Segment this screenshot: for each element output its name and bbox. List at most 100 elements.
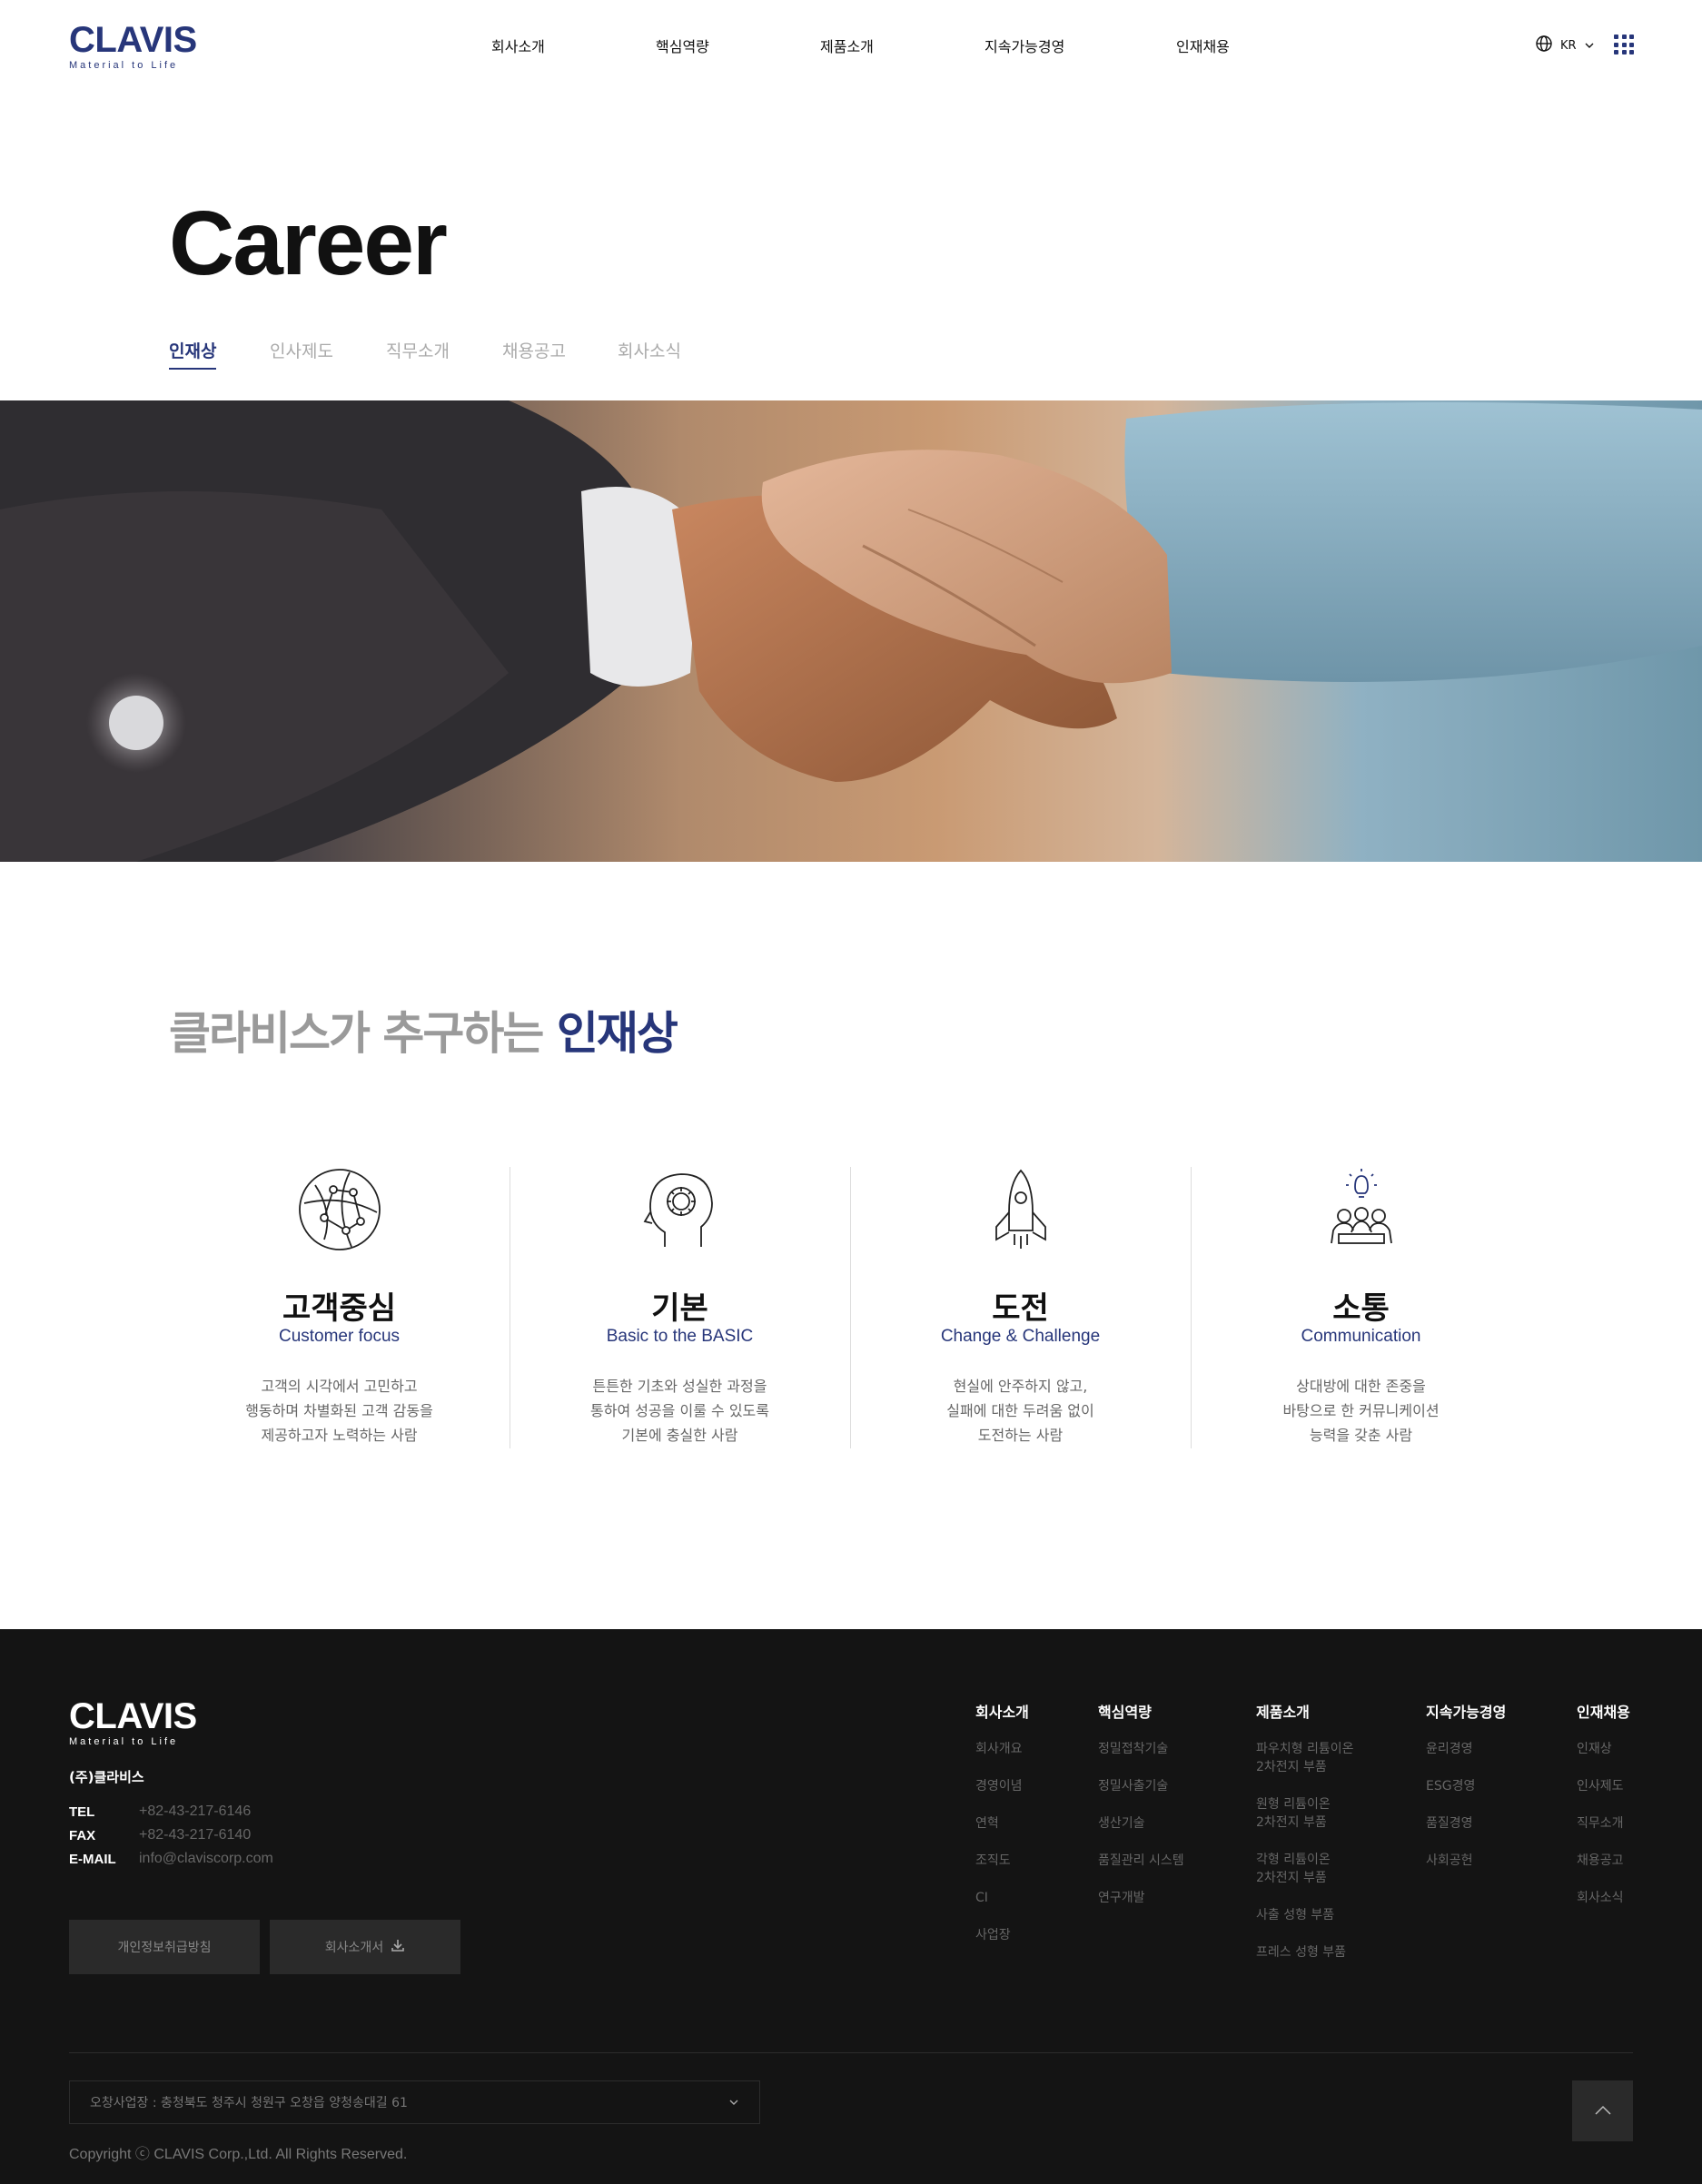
value-card-customer: 고객중심 Customer focus 고객의 시각에서 고민하고 행동하며 차… <box>169 1167 510 1448</box>
site-location-select[interactable]: 오창사업장 : 충청북도 청주시 청원구 오창읍 양청송대길 61 <box>69 2080 760 2124</box>
handshake-illustration <box>0 400 1702 862</box>
footer-nav-link[interactable]: 품질관리 시스템 <box>1098 1852 1184 1870</box>
value-title: 소통 <box>1332 1290 1390 1327</box>
footer-logo-wordmark: CLAVIS <box>69 1696 197 1736</box>
footer-nav-link[interactable]: CI <box>975 1889 1029 1907</box>
contact-row-tel: TEL +82-43-217-6146 <box>69 1800 273 1823</box>
footer-nav-link[interactable]: 채용공고 <box>1577 1852 1630 1870</box>
value-description: 현실에 안주하지 않고, 실패에 대한 두려움 없이 도전하는 사람 <box>850 1374 1191 1448</box>
footer-nav-link[interactable]: 경영이념 <box>975 1777 1029 1795</box>
team-idea-icon <box>1319 1167 1404 1252</box>
language-label: KR <box>1560 38 1577 53</box>
footer-nav-link[interactable]: 회사개요 <box>975 1740 1029 1758</box>
value-desc-line: 제공하고자 노력하는 사람 <box>261 1427 418 1444</box>
footer-nav-link[interactable]: 사출 성형 부품 <box>1256 1906 1354 1924</box>
footer-nav-link[interactable]: 직무소개 <box>1577 1814 1630 1833</box>
site-location-value: 오창사업장 : 충청북도 청주시 청원구 오창읍 양청송대길 61 <box>90 2096 408 2110</box>
footer-nav-link[interactable]: 사회공헌 <box>1426 1852 1506 1870</box>
value-card-basic: 기본 Basic to the BASIC 튼튼한 기초와 성실한 과정을 통하… <box>510 1167 850 1448</box>
footer-nav-link[interactable]: 정밀접착기술 <box>1098 1740 1184 1758</box>
head-gear-icon <box>638 1167 723 1252</box>
logo-tagline: Material to Life <box>69 60 179 71</box>
value-title: 고객중심 <box>282 1290 397 1327</box>
talent-values: 고객중심 Customer focus 고객의 시각에서 고민하고 행동하며 차… <box>169 1167 1533 1448</box>
privacy-policy-label: 개인정보취급방침 <box>117 1941 212 1955</box>
value-subtitle: Communication <box>1301 1327 1421 1346</box>
privacy-policy-button[interactable]: 개인정보취급방침 <box>69 1920 260 1974</box>
tab-talent[interactable]: 인재상 <box>169 338 217 370</box>
value-subtitle: Change & Challenge <box>940 1327 1101 1346</box>
value-desc-line: 통하여 성공을 이룰 수 있도록 <box>590 1402 769 1419</box>
chevron-down-icon <box>1584 37 1595 54</box>
nav-item-company[interactable]: 회사소개 <box>491 35 545 56</box>
footer-nav-link[interactable]: 원형 리튬이온 2차전지 부품 <box>1256 1795 1354 1832</box>
copyright: Copyright ⓒ CLAVIS Corp.,Ltd. All Rights… <box>69 2147 408 2162</box>
footer-nav-link[interactable]: 회사소식 <box>1577 1889 1630 1907</box>
footer-nav-link[interactable]: 프레스 성형 부품 <box>1256 1943 1354 1962</box>
value-desc-line: 실패에 대한 두려움 없이 <box>946 1402 1094 1419</box>
value-title: 도전 <box>992 1290 1049 1327</box>
brochure-label: 회사소개서 <box>324 1941 384 1955</box>
footer-nav-link[interactable]: 연혁 <box>975 1814 1029 1833</box>
contact-value: +82-43-217-6146 <box>139 1804 252 1819</box>
section-title: 클라비스가 추구하는 인재상 <box>169 997 678 1062</box>
footer-nav-careers: 인재채용 인재상 인사제도 직무소개 채용공고 회사소식 <box>1577 1700 1630 1926</box>
nav-item-competence[interactable]: 핵심역량 <box>656 35 709 56</box>
footer-nav-head[interactable]: 핵심역량 <box>1098 1700 1184 1722</box>
footer-nav-head[interactable]: 인재채용 <box>1577 1700 1630 1722</box>
nav-item-products[interactable]: 제품소개 <box>820 35 874 56</box>
footer-nav-link[interactable]: 생산기술 <box>1098 1814 1184 1833</box>
value-card-communication: 소통 Communication 상대방에 대한 존중을 바탕으로 한 커뮤니케… <box>1191 1167 1531 1448</box>
footer-logo-tagline: Material to Life <box>69 1736 179 1747</box>
value-desc-line: 현실에 안주하지 않고, <box>953 1378 1088 1395</box>
tab-job-openings[interactable]: 채용공고 <box>502 338 566 368</box>
contact-key: TEL <box>69 1804 95 1820</box>
tab-job-intro[interactable]: 직무소개 <box>386 338 450 368</box>
value-card-challenge: 도전 Change & Challenge 현실에 안주하지 않고, 실패에 대… <box>850 1167 1191 1448</box>
contact-value[interactable]: info@claviscorp.com <box>139 1851 273 1867</box>
footer-nav-link[interactable]: 인재상 <box>1577 1740 1630 1758</box>
value-desc-line: 고객의 시각에서 고민하고 <box>261 1378 418 1395</box>
footer-nav-link[interactable]: 파우치형 리튬이온 2차전지 부품 <box>1256 1740 1354 1776</box>
footer-nav-link[interactable]: 윤리경영 <box>1426 1740 1506 1758</box>
hero-handshake-image <box>0 400 1702 862</box>
footer-nav-link[interactable]: ESG경영 <box>1426 1777 1506 1795</box>
scroll-top-button[interactable] <box>1572 2080 1633 2141</box>
site-footer: CLAVIS Material to Life (주)클라비스 TEL +82-… <box>0 1629 1702 2184</box>
nav-item-careers[interactable]: 인재채용 <box>1176 35 1230 56</box>
language-selector[interactable]: KR <box>1535 35 1595 56</box>
all-menu-button[interactable] <box>1614 35 1634 54</box>
value-title: 기본 <box>651 1290 708 1327</box>
footer-nav-link[interactable]: 조직도 <box>975 1852 1029 1870</box>
brochure-download-button[interactable]: 회사소개서 <box>270 1920 460 1974</box>
footer-company-name: (주)클라비스 <box>69 1769 144 1785</box>
footer-nav-link[interactable]: 인사제도 <box>1577 1777 1630 1795</box>
value-desc-line: 상대방에 대한 존중을 <box>1296 1378 1426 1395</box>
footer-nav-link[interactable]: 품질경영 <box>1426 1814 1506 1833</box>
download-icon <box>391 1938 405 1956</box>
footer-nav-products: 제품소개 파우치형 리튬이온 2차전지 부품 원형 리튬이온 2차전지 부품 각… <box>1256 1700 1354 1981</box>
main-nav: 회사소개 핵심역량 제품소개 지속가능경영 인재채용 <box>0 35 1702 56</box>
nav-item-sustainability[interactable]: 지속가능경영 <box>985 35 1064 56</box>
section-title-prefix: 클라비스가 추구하는 <box>169 1007 544 1060</box>
footer-divider <box>69 2052 1633 2053</box>
tab-hr-system[interactable]: 인사제도 <box>270 338 333 368</box>
value-desc-line: 행동하며 차별화된 고객 감동을 <box>245 1402 433 1419</box>
globe-network-icon <box>297 1167 382 1252</box>
footer-nav-head[interactable]: 지속가능경영 <box>1426 1700 1506 1722</box>
footer-nav-link[interactable]: 사업장 <box>975 1926 1029 1944</box>
footer-nav-link[interactable]: 각형 리튬이온 2차전지 부품 <box>1256 1851 1354 1887</box>
contact-key: E-MAIL <box>69 1851 116 1867</box>
value-subtitle: Customer focus <box>278 1327 401 1346</box>
footer-nav-link[interactable]: 정밀사출기술 <box>1098 1777 1184 1795</box>
tab-company-news[interactable]: 회사소식 <box>618 338 681 368</box>
footer-nav-head[interactable]: 제품소개 <box>1256 1700 1354 1722</box>
footer-nav-head[interactable]: 회사소개 <box>975 1700 1029 1722</box>
chevron-up-icon <box>1594 2102 1612 2120</box>
value-desc-line: 바탕으로 한 커뮤니케이션 <box>1282 1402 1440 1419</box>
footer-nav-competence: 핵심역량 정밀접착기술 정밀사출기술 생산기술 품질관리 시스템 연구개발 <box>1098 1700 1184 1926</box>
footer-logo[interactable]: CLAVIS Material to Life <box>69 1698 197 1747</box>
value-desc-line: 기본에 충실한 사람 <box>621 1427 738 1444</box>
contact-value: +82-43-217-6140 <box>139 1827 252 1843</box>
footer-nav-link[interactable]: 연구개발 <box>1098 1889 1184 1907</box>
